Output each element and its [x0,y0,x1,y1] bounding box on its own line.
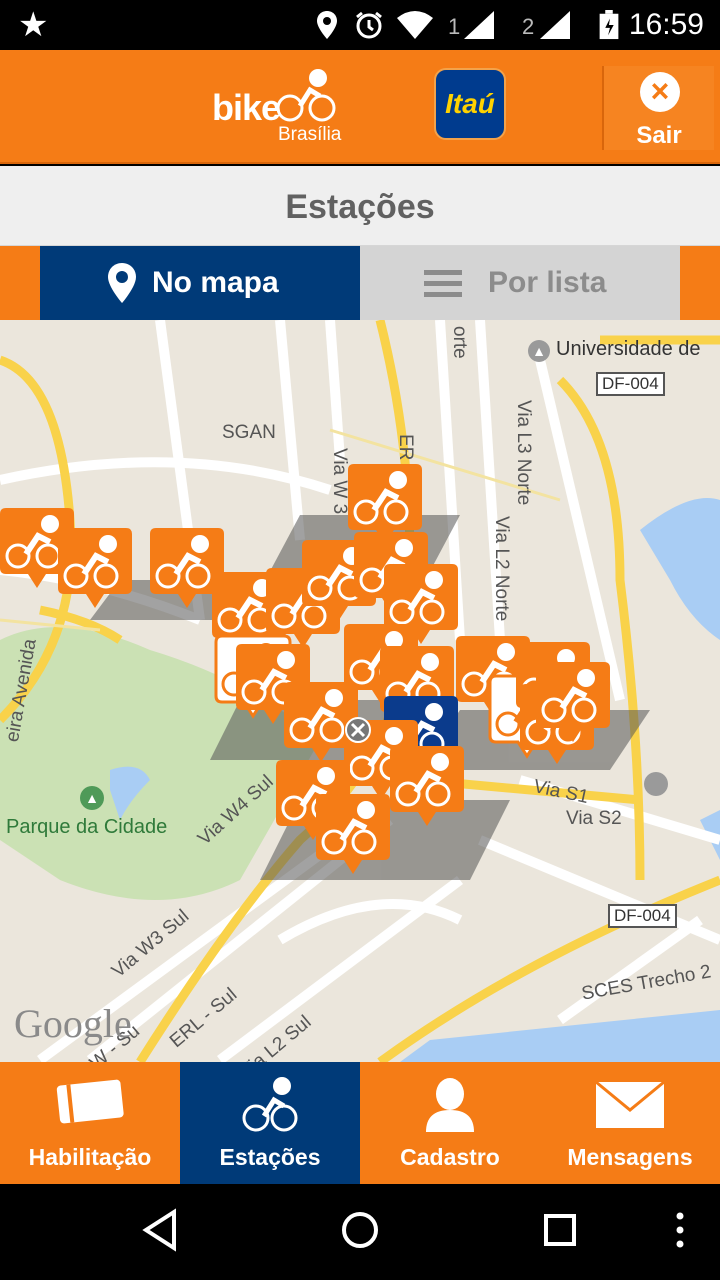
tab-list-label: Por lista [488,266,607,299]
page-title-bar: Estações [0,166,720,246]
battery-icon [599,10,619,40]
nav-mensagens[interactable]: Mensagens [540,1062,720,1184]
nav-habilitacao[interactable]: Habilitação [0,1062,180,1184]
recents-icon[interactable] [540,1202,580,1258]
signal-icon [464,11,494,39]
system-nav-bar [0,1184,720,1280]
app-screen: ★ 1 2 16:59 bike Brasília Itaú × Sair Es… [0,0,720,1280]
tab-list[interactable]: Por lista [360,246,680,320]
sponsor-logo: Itaú [434,68,506,140]
map-label-parque: Parque da Cidade [6,816,168,838]
map-label-via-l2-norte: Via L2 Norte [491,516,512,622]
view-tabs: No mapa Por lista [0,246,720,320]
app-header: bike Brasília Itaú × Sair [0,50,720,164]
bike-icon [242,1077,298,1132]
station-pin[interactable] [390,746,464,826]
logo-text: bike [212,87,281,128]
person-icon [426,1078,474,1132]
envelope-icon [595,1080,665,1128]
signal-icon [540,11,570,39]
menu-dots-icon[interactable] [670,1202,690,1258]
map-label-erl: ER [395,434,416,461]
bike-logo-icon [276,69,336,122]
tab-map-label: No mapa [152,266,279,299]
road-shield-df004: DF-004 [608,904,677,928]
station-pin[interactable] [58,528,132,608]
home-icon[interactable] [340,1202,380,1258]
nav-habilitacao-label: Habilitação [28,1144,152,1170]
sponsor-logo-text: Itaú [445,88,495,119]
alarm-icon [356,11,382,39]
clock-text: 16:59 [628,8,704,41]
map-label-sgan: SGAN [222,422,276,443]
school-icon: ▲ [528,340,550,362]
logout-label: Sair [636,122,682,149]
logo-subtitle: Brasília [278,124,342,145]
nav-estacoes-label: Estações [219,1144,321,1170]
map-label-via-l3-norte: Via L3 Norte [513,400,534,506]
bottom-nav: Habilitação Estações Cadastro Mensagens [0,1062,720,1184]
wifi-icon [397,11,433,39]
map-pin-icon [108,263,136,303]
google-attribution: Google [14,1001,132,1046]
map-label-university: Universidade de [556,338,701,360]
road-shield-df004: DF-004 [596,372,665,396]
station-pin[interactable] [316,794,390,874]
map-label-via-w3: Via W 3 [329,448,350,515]
map-label-via-s2: Via S2 [566,808,622,829]
stations-map[interactable]: Universidade de ▲ DF-004 DF-004 SGAN ort… [0,320,720,1062]
station-pins-layer [0,464,610,874]
nav-cadastro[interactable]: Cadastro [360,1062,540,1184]
tab-map[interactable]: No mapa [40,246,360,320]
back-icon[interactable] [140,1202,180,1258]
map-label-norte: orte [449,326,470,359]
status-bar: ★ 1 2 16:59 [0,0,720,50]
card-icon [56,1079,124,1124]
location-icon [317,11,337,39]
star-icon: ★ [18,6,49,44]
list-icon [424,270,462,297]
nav-cadastro-label: Cadastro [400,1144,500,1170]
nav-estacoes[interactable]: Estações [180,1062,360,1184]
park-tree-icon: ▲ [80,786,104,810]
page-title: Estações [285,188,435,226]
close-icon: × [640,72,680,112]
museum-icon [644,772,668,796]
sim1-label: 1 [448,14,461,39]
nav-mensagens-label: Mensagens [567,1144,693,1170]
logout-button[interactable]: × Sair [602,66,714,150]
sim2-label: 2 [522,14,535,39]
